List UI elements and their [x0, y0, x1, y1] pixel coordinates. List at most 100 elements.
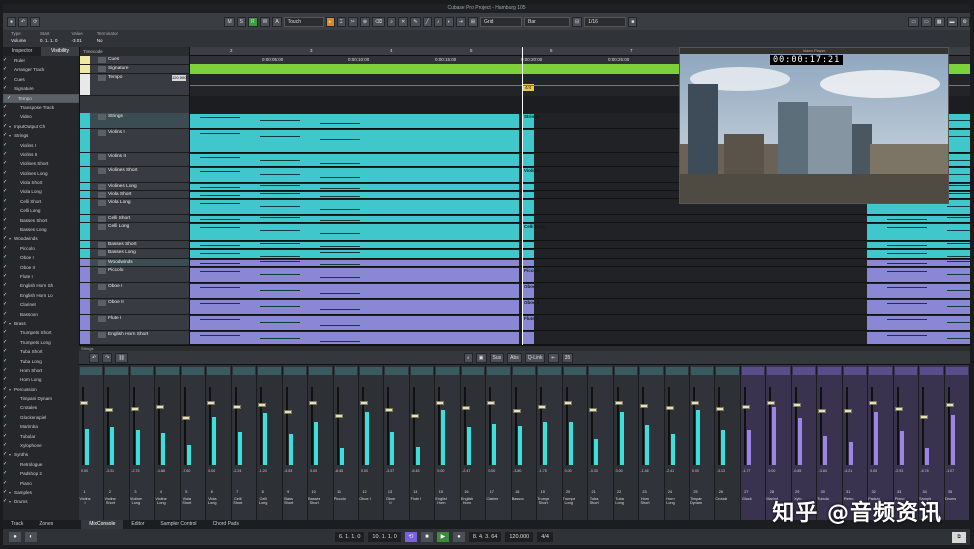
fader-knob[interactable] — [792, 402, 801, 407]
fader-track[interactable] — [82, 387, 84, 465]
checkmark-icon[interactable]: ✓ — [3, 56, 9, 65]
track-row[interactable]: Basses Short — [80, 241, 190, 249]
mix-link-icon[interactable]: ⛓ — [115, 352, 128, 363]
visibility-item[interactable]: ✓ Transpose Track — [3, 103, 79, 112]
fader-knob[interactable] — [436, 401, 445, 405]
tab-inspector[interactable]: Inspector — [3, 47, 41, 56]
channel-name[interactable]: Crotales — [715, 497, 727, 519]
fader-track[interactable] — [438, 387, 441, 465]
layout-left-icon[interactable]: ▭ — [908, 16, 920, 27]
play-icon[interactable]: ▶ — [436, 532, 449, 542]
track-row[interactable]: Celli Short — [80, 215, 190, 223]
fader-track[interactable] — [667, 387, 670, 465]
visibility-item[interactable]: ✓ ▾ Woodwinds — [3, 234, 79, 243]
channel-name[interactable]: Piccolo — [334, 497, 346, 519]
fader-track[interactable] — [871, 387, 874, 465]
channel-name[interactable]: Glock — [741, 497, 753, 519]
fader-track[interactable] — [132, 387, 135, 465]
color-tool-icon[interactable]: ◐ — [444, 16, 454, 27]
visibility-item[interactable]: ✓ ▾ Samples — [3, 488, 79, 497]
fader-knob[interactable] — [538, 404, 547, 409]
midi-event[interactable] — [190, 192, 519, 198]
visibility-item[interactable]: ✓ Ruler — [3, 56, 79, 65]
checkmark-icon[interactable]: ✓ — [3, 159, 9, 168]
event-lane[interactable] — [190, 215, 970, 223]
track-row[interactable]: Cues — [80, 56, 190, 65]
checkmark-icon[interactable]: ✓ — [7, 95, 13, 102]
fader-track[interactable] — [591, 387, 594, 465]
tab-editor[interactable]: Editor — [123, 520, 152, 529]
visibility-item[interactable]: ✓ English Horn Sh — [3, 281, 79, 290]
fader-value[interactable]: -3.33 — [588, 469, 599, 473]
fader-track[interactable] — [794, 387, 797, 465]
fader-value[interactable]: -2.24 — [232, 469, 243, 473]
checkmark-icon[interactable]: ✓ — [3, 178, 9, 187]
fader-track[interactable] — [234, 387, 237, 465]
checkmark-icon[interactable]: ✓ — [3, 310, 9, 319]
fader-knob[interactable] — [181, 416, 190, 421]
mute-tool-icon[interactable]: ✕ — [398, 16, 409, 27]
channel-name[interactable]: Oboe I — [359, 497, 371, 519]
visibility-item[interactable]: ✓ Retrologue — [3, 460, 79, 469]
snap-type-select[interactable]: Grid — [480, 16, 523, 27]
fader-value[interactable]: -2.93 — [894, 469, 905, 473]
midi-event[interactable] — [867, 224, 970, 240]
visibility-item[interactable]: ✓ Tubular — [3, 432, 79, 441]
visibility-item[interactable]: ✓ ▾ Drums — [3, 497, 79, 506]
checkmark-icon[interactable]: ✓ — [3, 422, 9, 431]
channel-name[interactable]: Violines Short — [104, 497, 116, 519]
tab-zones[interactable]: Zones — [31, 520, 61, 529]
visibility-item[interactable]: ✓ Tuba Long — [3, 357, 79, 366]
fader-knob[interactable] — [156, 404, 165, 409]
visibility-item[interactable]: ✓ Bassoon — [3, 310, 79, 319]
visibility-item[interactable]: ✓ Cues — [3, 75, 79, 84]
checkmark-icon[interactable]: ✓ — [3, 300, 9, 309]
visibility-item[interactable]: ✓ Oboe II — [3, 263, 79, 272]
channel-header[interactable] — [436, 367, 459, 375]
fader-value[interactable]: -2.75 — [130, 469, 141, 473]
channel-name[interactable]: Timpani Dynamic — [690, 497, 702, 519]
track-row[interactable]: Oboe I — [80, 283, 190, 299]
channel-name[interactable]: Bass Short — [283, 497, 295, 519]
visibility-item[interactable]: ✓ Violines Short — [3, 159, 79, 168]
layout-right-icon[interactable]: ▭ — [921, 16, 932, 27]
fader-track[interactable] — [209, 387, 212, 465]
mix-sus-button[interactable]: Sus — [489, 352, 505, 363]
fader-knob[interactable] — [258, 403, 267, 408]
fader-value[interactable]: -4.53 — [283, 469, 294, 473]
event-lane[interactable] — [190, 267, 970, 283]
midi-event[interactable] — [190, 284, 519, 298]
midi-event[interactable] — [867, 284, 970, 298]
midi-event[interactable] — [190, 114, 519, 128]
fader-knob[interactable] — [360, 401, 369, 405]
line-tool-icon[interactable]: ╱ — [422, 16, 432, 27]
checkmark-icon[interactable]: ✓ — [3, 413, 9, 422]
track-row[interactable]: Signature — [80, 65, 190, 74]
fader-track[interactable] — [896, 387, 899, 465]
channel-name[interactable]: English Horn — [435, 497, 447, 519]
color-select-icon[interactable]: ■ — [628, 16, 638, 27]
channel-name[interactable]: English Horn — [461, 497, 473, 519]
fader-value[interactable]: -2.41 — [665, 469, 676, 473]
visibility-item[interactable]: ✓ Horn Long — [3, 375, 79, 384]
fader-value[interactable]: -3.13 — [715, 469, 726, 473]
channel-name[interactable]: Drums — [945, 497, 957, 519]
midi-event[interactable] — [522, 192, 534, 198]
fader-knob[interactable] — [614, 401, 623, 405]
fader-track[interactable] — [820, 387, 823, 465]
checkmark-icon[interactable]: ✓ — [3, 366, 9, 375]
checkmark-icon[interactable]: ✓ — [3, 206, 9, 215]
visibility-item[interactable]: ✓ Arranger Track — [3, 65, 79, 74]
fader-value[interactable]: -3.37 — [384, 469, 395, 473]
event-lane[interactable] — [190, 283, 970, 299]
checkmark-icon[interactable]: ✓ — [3, 225, 9, 234]
mix-redo-icon[interactable]: ↷ — [102, 352, 113, 363]
checkmark-icon[interactable]: ✓ — [3, 394, 9, 403]
channel-header[interactable] — [283, 367, 307, 375]
tempo-value[interactable]: 120.000 — [172, 75, 186, 81]
checkmark-icon[interactable]: ✓ — [3, 328, 9, 337]
checkmark-icon[interactable]: ✓ — [3, 338, 9, 347]
checkmark-icon[interactable]: ✓ — [3, 403, 9, 412]
midi-event[interactable] — [522, 250, 534, 258]
channel-name[interactable]: Viola Short — [181, 497, 193, 519]
